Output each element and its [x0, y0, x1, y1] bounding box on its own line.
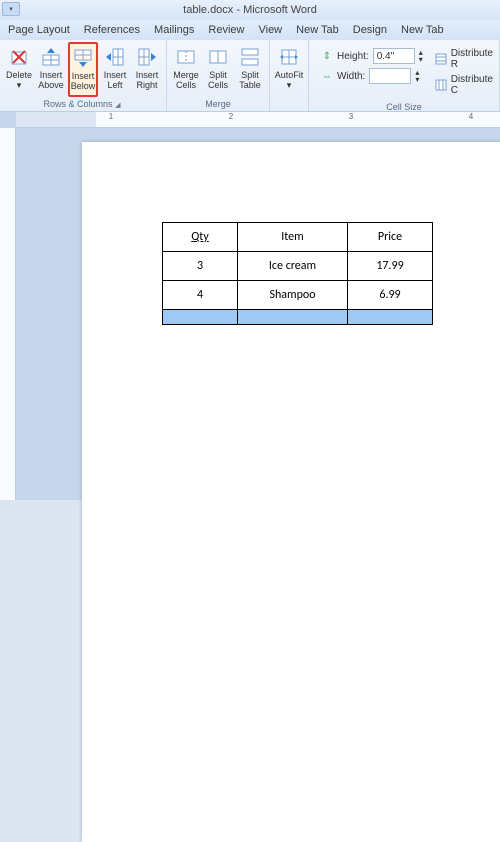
distribute-cols-icon — [435, 79, 447, 91]
header-price[interactable]: Price — [348, 223, 433, 252]
tab-design[interactable]: Design — [353, 24, 387, 36]
table-row[interactable]: 3 Ice cream 17.99 — [163, 252, 433, 281]
autofit-label: AutoFit — [275, 70, 304, 80]
horizontal-ruler[interactable]: 1 2 3 4 5 — [16, 112, 500, 128]
rows-columns-group: Delete▾ Insert Above Insert Below Insert… — [0, 40, 167, 111]
merge-group: Merge Cells Split Cells Split Table Merg… — [167, 40, 270, 111]
table-header-row[interactable]: Qty Item Price — [163, 223, 433, 252]
distribute-rows-label: Distribute R — [451, 48, 495, 70]
spinner-icon[interactable]: ▴▾ — [415, 69, 419, 83]
cell-price[interactable]: 17.99 — [348, 252, 433, 281]
header-qty[interactable]: Qty — [163, 223, 238, 252]
table-row[interactable]: 4 Shampoo 6.99 — [163, 281, 433, 310]
document-page[interactable]: Qty Item Price 3 Ice cream 17.99 4 Shamp… — [82, 142, 500, 842]
tab-new-tab-1[interactable]: New Tab — [296, 24, 339, 36]
insert-right-button[interactable]: Insert Right — [132, 42, 162, 97]
split-table-icon — [239, 46, 261, 68]
insert-right-label: Insert Right — [133, 70, 161, 90]
ribbon-tabs: Page Layout References Mailings Review V… — [0, 20, 500, 40]
insert-left-icon — [104, 46, 126, 68]
col-width-icon: ⇔ — [321, 71, 333, 82]
tab-view[interactable]: View — [258, 24, 282, 36]
table-row-selected[interactable] — [163, 310, 433, 325]
height-label: Height: — [337, 51, 369, 62]
merge-group-label: Merge — [171, 97, 265, 111]
tab-page-layout[interactable]: Page Layout — [8, 24, 70, 36]
quick-access-dropdown[interactable] — [2, 2, 20, 16]
distribute-cols-label: Distribute C — [451, 74, 495, 96]
document-table[interactable]: Qty Item Price 3 Ice cream 17.99 4 Shamp… — [162, 222, 433, 325]
cell-qty[interactable]: 3 — [163, 252, 238, 281]
insert-above-label: Insert Above — [37, 70, 65, 90]
autofit-group: AutoFit▾ — [270, 40, 309, 111]
insert-below-label: Insert Below — [70, 71, 96, 91]
insert-left-label: Insert Left — [101, 70, 129, 90]
width-label: Width: — [337, 71, 365, 82]
ribbon: Delete▾ Insert Above Insert Below Insert… — [0, 40, 500, 112]
split-cells-label: Split Cells — [204, 70, 232, 90]
delete-button[interactable]: Delete▾ — [4, 42, 34, 97]
insert-above-button[interactable]: Insert Above — [36, 42, 66, 97]
tab-references[interactable]: References — [84, 24, 140, 36]
insert-below-icon — [72, 47, 94, 69]
merge-cells-label: Merge Cells — [172, 70, 200, 90]
split-cells-button[interactable]: Split Cells — [203, 42, 233, 97]
merge-cells-button[interactable]: Merge Cells — [171, 42, 201, 97]
insert-right-icon — [136, 46, 158, 68]
cell-item[interactable]: Shampoo — [238, 281, 348, 310]
tab-review[interactable]: Review — [208, 24, 244, 36]
dialog-launcher-icon[interactable]: ◢ — [115, 102, 122, 109]
window-title: table.docx - Microsoft Word — [183, 4, 317, 16]
cell-qty[interactable] — [163, 310, 238, 325]
insert-above-icon — [40, 46, 62, 68]
rows-cols-group-label: Rows & Columns — [44, 99, 113, 109]
cell-qty[interactable]: 4 — [163, 281, 238, 310]
cell-price[interactable] — [348, 310, 433, 325]
split-table-button[interactable]: Split Table — [235, 42, 265, 97]
cell-price[interactable]: 6.99 — [348, 281, 433, 310]
title-bar: table.docx - Microsoft Word — [0, 0, 500, 20]
cell-size-group: ⇕ Height: 0.4" ▴▾ ⇔ Width: ▴▾ Distribute… — [309, 40, 500, 111]
distribute-rows-icon — [435, 53, 447, 65]
vertical-ruler[interactable] — [0, 128, 16, 500]
cell-item[interactable]: Ice cream — [238, 252, 348, 281]
split-table-label: Split Table — [236, 70, 264, 90]
delete-label: Delete — [6, 70, 32, 80]
tab-new-tab-2[interactable]: New Tab — [401, 24, 444, 36]
insert-below-button[interactable]: Insert Below — [68, 42, 98, 97]
insert-left-button[interactable]: Insert Left — [100, 42, 130, 97]
merge-cells-icon — [175, 46, 197, 68]
autofit-icon — [278, 46, 300, 68]
distribute-cols-button[interactable]: Distribute C — [435, 74, 495, 96]
delete-icon — [8, 46, 30, 68]
row-height-icon: ⇕ — [321, 51, 333, 62]
workspace: 1 2 3 4 5 Qty Item Price 3 Ice cream 17.… — [0, 112, 500, 500]
cell-item[interactable] — [238, 310, 348, 325]
split-cells-icon — [207, 46, 229, 68]
autofit-button[interactable]: AutoFit▾ — [274, 42, 304, 97]
height-input[interactable]: 0.4" — [373, 48, 415, 64]
header-item[interactable]: Item — [238, 223, 348, 252]
tab-mailings[interactable]: Mailings — [154, 24, 194, 36]
distribute-rows-button[interactable]: Distribute R — [435, 48, 495, 70]
spinner-icon[interactable]: ▴▾ — [419, 49, 423, 63]
width-input[interactable] — [369, 68, 411, 84]
